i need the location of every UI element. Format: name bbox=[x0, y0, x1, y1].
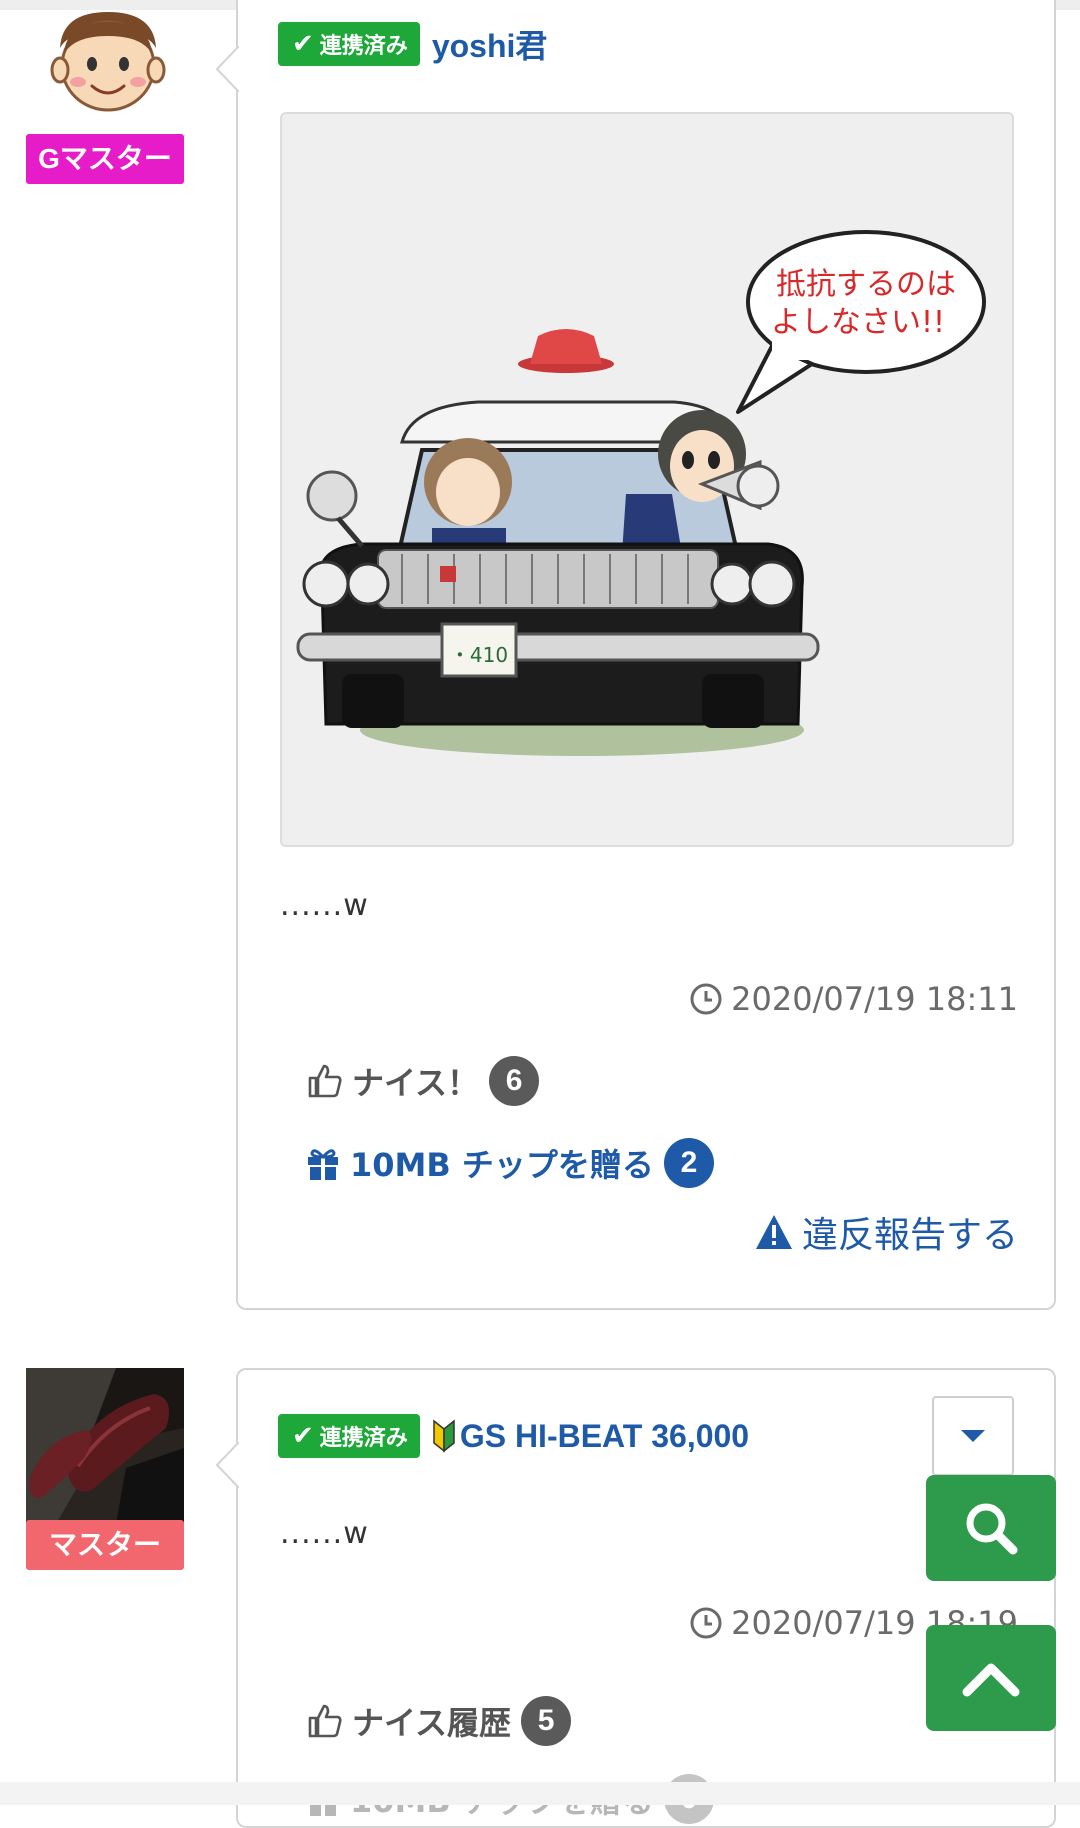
bubble-text-line1: 抵抗するのは bbox=[776, 267, 956, 302]
username-link[interactable]: GS HI-BEAT 36,000 bbox=[460, 1418, 749, 1455]
thumbs-up-icon bbox=[308, 1064, 342, 1098]
search-button[interactable] bbox=[926, 1475, 1056, 1581]
clock-icon bbox=[690, 983, 722, 1015]
comment-header: ✔ 連携済み yoshi君 bbox=[278, 22, 547, 66]
plate-text: ・410 bbox=[450, 643, 508, 667]
nice-label: ナイス履歴 bbox=[352, 1704, 512, 1742]
comment-post: マスター ✔ 連携済み GS HI-BEAT 36,000 ......w 20… bbox=[0, 1368, 1080, 1828]
speech-notch bbox=[215, 46, 239, 92]
report-label: 違反報告する bbox=[801, 1215, 1018, 1256]
comment-card: ✔ 連携済み GS HI-BEAT 36,000 ......w 2020/07… bbox=[215, 1368, 1056, 1828]
comment-card: ✔ 連携済み yoshi君 抵抗するのは よしなさい!! ・410 ......… bbox=[215, 0, 1056, 1310]
thumbs-up-icon bbox=[308, 1704, 342, 1738]
comment-body: ......w bbox=[280, 1516, 369, 1551]
shoes-photo bbox=[26, 1368, 184, 1524]
scroll-top-button[interactable] bbox=[926, 1625, 1056, 1731]
bottom-bar bbox=[0, 1782, 1080, 1805]
rank-badge: Gマスター bbox=[26, 134, 184, 184]
comment-post: Gマスター ✔ 連携済み yoshi君 抵抗するのは よしなさい!! ・410 … bbox=[0, 0, 1080, 1320]
search-icon bbox=[966, 1503, 1018, 1555]
tip-count: 2 bbox=[663, 1138, 714, 1188]
linked-label: 連携済み bbox=[319, 1426, 408, 1451]
nice-button[interactable]: ナイス！ 6 bbox=[306, 1056, 540, 1106]
nice-count: 5 bbox=[521, 1696, 572, 1746]
user-avatar[interactable] bbox=[46, 8, 170, 114]
check-icon: ✔ bbox=[292, 1421, 314, 1451]
nice-history-button[interactable]: ナイス履歴 5 bbox=[306, 1696, 572, 1746]
warning-icon bbox=[755, 1215, 792, 1249]
rank-badge: マスター bbox=[26, 1520, 184, 1570]
post-timestamp: 2020/07/19 18:11 bbox=[689, 980, 1018, 1018]
user-avatar[interactable] bbox=[26, 1368, 184, 1524]
speech-notch bbox=[215, 1442, 239, 1488]
linked-badge: ✔ 連携済み bbox=[278, 1414, 420, 1458]
post-menu-dropdown[interactable] bbox=[932, 1396, 1014, 1476]
gift-icon bbox=[308, 1149, 338, 1181]
nice-label: ナイス！ bbox=[352, 1064, 480, 1102]
comment-body: ......w bbox=[280, 888, 369, 923]
linked-badge: ✔ 連携済み bbox=[278, 22, 420, 66]
report-link[interactable]: 違反報告する bbox=[754, 1206, 1018, 1258]
linked-label: 連携済み bbox=[319, 34, 408, 59]
clock-icon bbox=[690, 1607, 722, 1639]
caret-down-icon bbox=[961, 1430, 985, 1442]
username-link[interactable]: yoshi君 bbox=[432, 21, 548, 67]
nice-count: 6 bbox=[489, 1056, 540, 1106]
post-image[interactable]: 抵抗するのは よしなさい!! ・410 bbox=[280, 112, 1014, 847]
check-icon: ✔ bbox=[292, 29, 314, 59]
tip-label: 10MB チップを贈る bbox=[350, 1146, 654, 1184]
timestamp-text: 2020/07/19 18:11 bbox=[731, 980, 1018, 1018]
tip-button[interactable]: 10MB チップを贈る 2 bbox=[306, 1138, 714, 1188]
beginner-mark-icon bbox=[433, 1419, 455, 1453]
comment-header: ✔ 連携済み GS HI-BEAT 36,000 bbox=[278, 1414, 749, 1458]
bubble-text-line2: よしなさい!! bbox=[771, 305, 945, 340]
police-car-illustration: 抵抗するのは よしなさい!! ・410 bbox=[282, 114, 1012, 845]
chevron-up-icon bbox=[962, 1663, 1020, 1697]
